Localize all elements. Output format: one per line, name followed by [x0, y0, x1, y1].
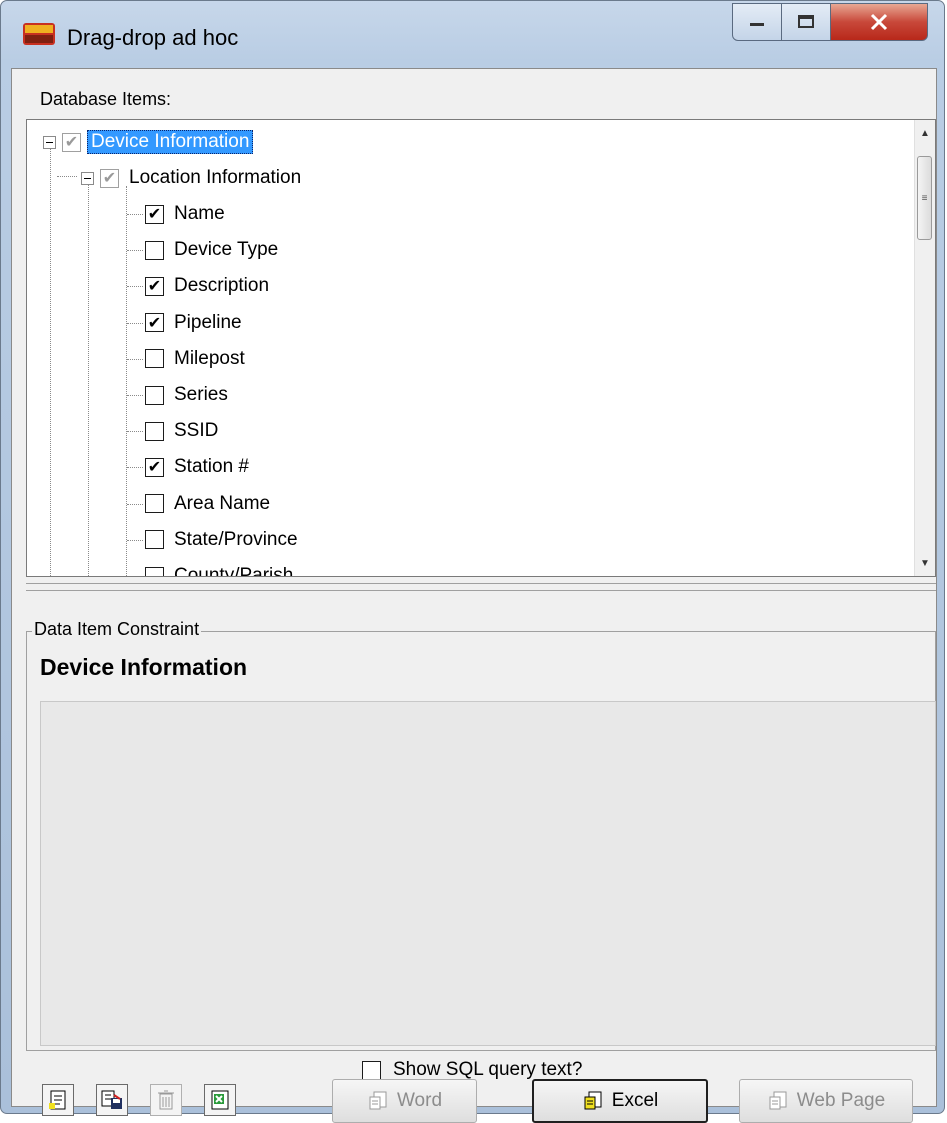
tree-node-item[interactable]: SSID [145, 416, 218, 446]
tree-line [126, 186, 128, 576]
excel-button-label: Excel [611, 1090, 659, 1111]
constraint-title: Device Information [40, 654, 248, 680]
tree-node-device-information[interactable]: ✔ Device Information [43, 127, 254, 157]
tree-checkbox[interactable]: ✔ [100, 168, 119, 188]
collapse-icon[interactable] [81, 171, 94, 185]
delete-icon [158, 1090, 174, 1110]
maximize-button[interactable] [781, 3, 831, 41]
tree-node-location-information[interactable]: ✔ Location Information [81, 163, 301, 193]
tree-line [127, 503, 143, 506]
tree-line [127, 467, 143, 469]
tree-node-label: County/Parish [174, 565, 294, 577]
show-sql-checkbox[interactable] [362, 1060, 381, 1080]
title-bar[interactable]: Drag-drop ad hoc [1, 1, 944, 69]
tree-line [127, 286, 143, 288]
tree-line [127, 214, 143, 216]
tree-checkbox[interactable]: ✔ [145, 313, 164, 333]
tree-node-item[interactable]: Device Type [145, 235, 278, 265]
tree-line [50, 148, 52, 576]
pane-splitter[interactable] [26, 583, 936, 591]
show-sql-label: Show SQL query text? [393, 1059, 583, 1080]
tree-node-item[interactable]: ✔ Name [145, 199, 225, 229]
tree-node-item[interactable]: ✔ Description [145, 271, 269, 301]
show-sql-option[interactable]: Show SQL query text? [362, 1059, 582, 1081]
scroll-thumb[interactable]: ≡ [917, 156, 932, 240]
excel-doc-icon [584, 1091, 602, 1110]
tree-node-item[interactable]: State/Province [145, 525, 298, 555]
tree-checkbox[interactable] [145, 566, 164, 576]
app-window: Drag-drop ad hoc Database Items: ✔ Devic… [0, 0, 945, 1123]
window-title: Drag-drop ad hoc [67, 25, 239, 50]
tree-line [127, 431, 143, 433]
tree-checkbox[interactable] [145, 349, 164, 369]
tree-node-label: Series [174, 384, 228, 405]
tree-vertical-scrollbar[interactable]: ▲ ≡ ▼ [914, 120, 935, 576]
save-query-icon [101, 1090, 122, 1109]
tree-line [127, 358, 143, 361]
tree-node-item[interactable]: ✔ Pipeline [145, 308, 242, 338]
tree-checkbox[interactable] [145, 421, 164, 441]
tree-node-label: Device Information [87, 130, 254, 154]
tree-node-item[interactable]: Milepost [145, 344, 245, 374]
database-items-label: Database Items: [40, 89, 172, 109]
scroll-up-icon[interactable]: ▲ [915, 122, 935, 144]
client-area: Database Items: ✔ Device Information ✔ L… [11, 68, 937, 1123]
close-button[interactable] [830, 3, 928, 41]
tree-node-label: Description [174, 275, 270, 297]
tree-line [127, 250, 143, 252]
delete-button[interactable] [150, 1084, 182, 1116]
close-icon [870, 13, 888, 31]
tree-node-item[interactable]: Area Name [145, 489, 270, 519]
tree-node-item[interactable]: Series [145, 380, 228, 410]
tree-node-item[interactable]: ✔ Station # [145, 452, 249, 482]
collapse-icon[interactable] [43, 135, 56, 149]
tree-line [127, 395, 143, 397]
tree-node-label: Station # [174, 456, 249, 478]
tree-checkbox[interactable]: ✔ [62, 132, 81, 152]
tree-checkbox[interactable] [145, 530, 164, 550]
new-query-icon [49, 1090, 66, 1110]
tree-node-label: Location Information [129, 167, 302, 188]
save-query-button[interactable] [96, 1084, 128, 1116]
new-query-button[interactable] [42, 1084, 74, 1116]
tree-checkbox[interactable]: ✔ [145, 457, 164, 477]
word-button[interactable]: Word [332, 1079, 477, 1123]
tree-checkbox[interactable] [145, 494, 164, 514]
tree-checkbox[interactable] [145, 240, 164, 260]
tree-node-label: Name [174, 203, 225, 224]
tree-line [127, 576, 143, 577]
minimize-icon [750, 23, 764, 26]
tree-node-label: State/Province [174, 528, 298, 550]
word-button-label: Word [396, 1090, 443, 1111]
tree-node-label: Area Name [174, 492, 271, 514]
web-doc-icon [769, 1091, 787, 1110]
web-page-button[interactable]: Web Page [739, 1079, 913, 1123]
minimize-button[interactable] [732, 3, 782, 41]
constraint-legend: Data Item Constraint [32, 619, 202, 640]
tree-line [57, 176, 77, 178]
database-items-tree[interactable]: ✔ Device Information ✔ Location Informat… [26, 119, 936, 577]
tree-checkbox[interactable]: ✔ [145, 204, 164, 224]
web-page-button-label: Web Page [796, 1090, 886, 1111]
tree-node-label: Device Type [174, 239, 279, 261]
app-icon [23, 23, 55, 45]
tree-node-label: Pipeline [174, 311, 242, 333]
tree-checkbox[interactable] [145, 385, 164, 405]
word-doc-icon [369, 1091, 387, 1110]
scroll-down-icon[interactable]: ▼ [915, 552, 935, 574]
tree-node-item[interactable]: County/Parish [145, 561, 294, 577]
tree-node-label: SSID [174, 420, 219, 442]
tree-line [127, 539, 143, 542]
tree-checkbox[interactable]: ✔ [145, 276, 164, 296]
maximize-icon [798, 15, 814, 28]
tree-line [88, 182, 90, 576]
tree-line [127, 322, 143, 325]
excel-button[interactable]: Excel [532, 1079, 708, 1123]
excel-export-icon [211, 1090, 229, 1110]
excel-export-button[interactable] [204, 1084, 236, 1116]
constraint-editor-area[interactable] [40, 701, 936, 1046]
tree-node-label: Milepost [174, 347, 245, 369]
